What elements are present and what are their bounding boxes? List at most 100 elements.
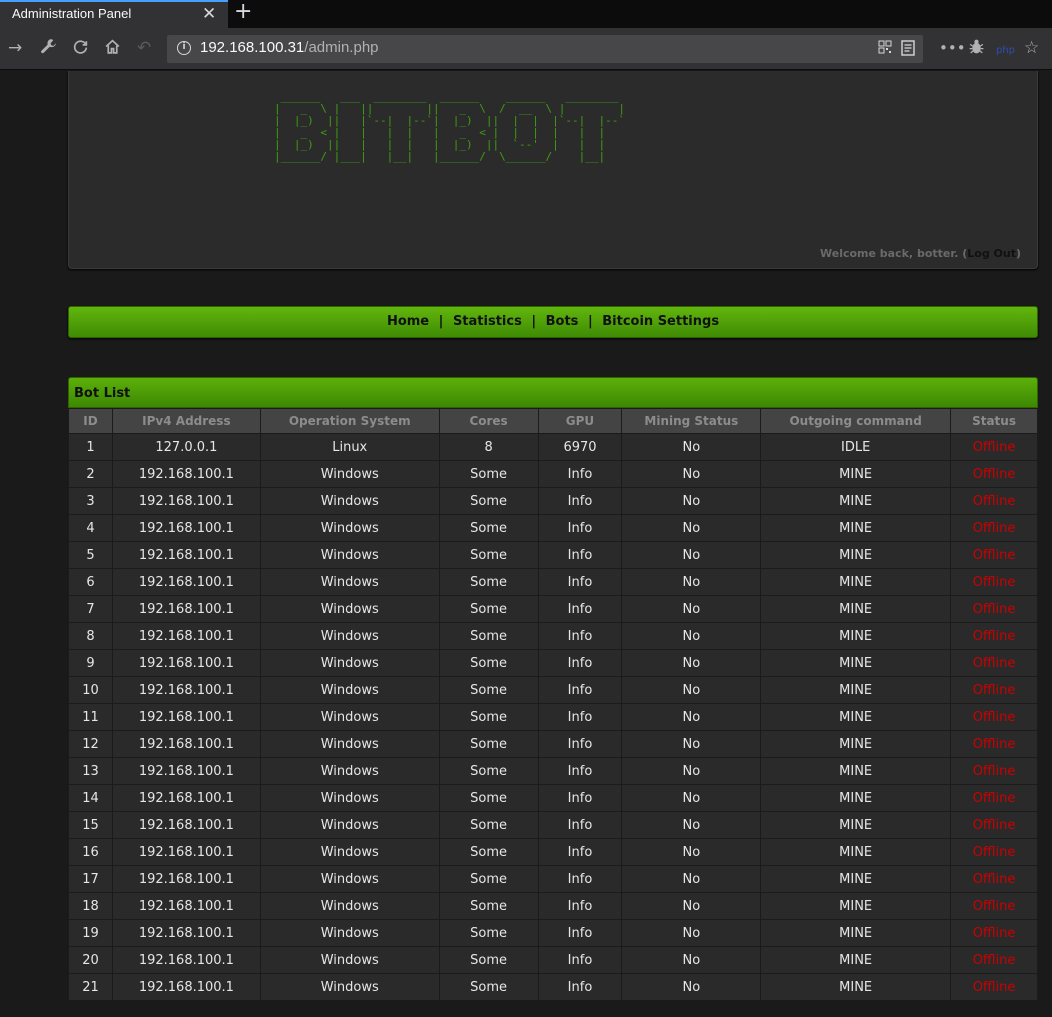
cell-ipv4-address: 192.168.100.1: [111, 514, 261, 542]
cell-mining-status: No: [621, 433, 762, 461]
cell-ipv4-address: 192.168.100.1: [111, 811, 261, 839]
cell-id: 21: [68, 973, 113, 1001]
cell-cores: Some: [438, 514, 539, 542]
table-row: 4 192.168.100.1 Windows Some Info No MINE Offli…: [68, 514, 1038, 542]
column-header-status: Status: [950, 408, 1038, 434]
table-row: 14 192.168.100.1 Windows Some Info No MINE Offl…: [68, 784, 1038, 812]
cell-mining-status: No: [621, 892, 762, 920]
info-icon[interactable]: i: [177, 41, 191, 55]
cell-gpu: Info: [537, 892, 623, 920]
menu-bitcoin-settings[interactable]: Bitcoin Settings: [602, 314, 719, 329]
tab-administration-panel[interactable]: Administration Panel ✕: [0, 0, 228, 28]
table-row: 3 192.168.100.1 Windows Some Info No MINE Offli…: [68, 487, 1038, 515]
cell-cores: Some: [438, 811, 539, 839]
cell-outgoing-command: MINE: [760, 811, 952, 839]
extension-icon[interactable]: php: [996, 41, 1015, 61]
cell-cores: Some: [438, 568, 539, 596]
cell-id: 6: [68, 568, 113, 596]
cell-outgoing-command: MINE: [760, 568, 952, 596]
cell-outgoing-command: MINE: [760, 703, 952, 731]
cell-status: Offline: [950, 973, 1038, 1001]
cell-outgoing-command: MINE: [760, 892, 952, 920]
more-icon[interactable]: •••: [939, 38, 966, 58]
cell-cores: Some: [438, 541, 539, 569]
cell-ipv4-address: 192.168.100.1: [111, 757, 261, 785]
cell-cores: Some: [438, 622, 539, 650]
tab-title: Administration Panel: [12, 6, 132, 21]
reload-icon[interactable]: [72, 38, 89, 60]
cell-status: Offline: [950, 784, 1038, 812]
table-row: 16 192.168.100.1 Windows Some Info No MINE Offl…: [68, 838, 1038, 866]
cell-outgoing-command: MINE: [760, 757, 952, 785]
cell-status: Offline: [950, 433, 1038, 461]
cell-operation-system: Windows: [259, 757, 440, 785]
cell-mining-status: No: [621, 973, 762, 1001]
menu-statistics[interactable]: Statistics: [453, 314, 522, 329]
cell-ipv4-address: 192.168.100.1: [111, 946, 261, 974]
bug-icon[interactable]: [968, 38, 985, 60]
tab-close-icon[interactable]: ✕: [202, 4, 216, 24]
menu-home[interactable]: Home: [387, 314, 429, 329]
cell-mining-status: No: [621, 811, 762, 839]
cell-outgoing-command: MINE: [760, 595, 952, 623]
home-icon[interactable]: [104, 38, 121, 60]
cell-cores: Some: [438, 973, 539, 1001]
url-bar[interactable]: i 192.168.100.31/admin.php: [167, 35, 923, 63]
cell-cores: Some: [438, 487, 539, 515]
table-row: 9 192.168.100.1 Windows Some Info No MINE Offli…: [68, 649, 1038, 677]
cell-status: Offline: [950, 595, 1038, 623]
cell-ipv4-address: 192.168.100.1: [111, 649, 261, 677]
cell-id: 8: [68, 622, 113, 650]
cell-id: 7: [68, 595, 113, 623]
cell-id: 2: [68, 460, 113, 488]
cell-status: Offline: [950, 541, 1038, 569]
cell-cores: Some: [438, 460, 539, 488]
column-header-cores: Cores: [438, 408, 539, 434]
cell-outgoing-command: MINE: [760, 919, 952, 947]
cell-mining-status: No: [621, 541, 762, 569]
cell-mining-status: No: [621, 514, 762, 542]
cell-operation-system: Windows: [259, 946, 440, 974]
star-icon[interactable]: ☆: [1024, 38, 1039, 58]
cell-operation-system: Windows: [259, 595, 440, 623]
cell-mining-status: No: [621, 784, 762, 812]
cell-operation-system: Windows: [259, 460, 440, 488]
column-header-id: ID: [68, 408, 113, 434]
wrench-icon[interactable]: [40, 38, 57, 60]
cell-status: Offline: [950, 460, 1038, 488]
cell-id: 9: [68, 649, 113, 677]
cell-outgoing-command: MINE: [760, 460, 952, 488]
cell-status: Offline: [950, 568, 1038, 596]
cell-cores: Some: [438, 703, 539, 731]
undo-icon[interactable]: ↶: [137, 38, 151, 58]
cell-ipv4-address: 192.168.100.1: [111, 838, 261, 866]
cell-cores: Some: [438, 595, 539, 623]
cell-ipv4-address: 192.168.100.1: [111, 784, 261, 812]
url-text[interactable]: 192.168.100.31/admin.php: [200, 39, 379, 56]
cell-ipv4-address: 192.168.100.1: [111, 487, 261, 515]
cell-gpu: Info: [537, 784, 623, 812]
cell-operation-system: Windows: [259, 676, 440, 704]
cell-id: 11: [68, 703, 113, 731]
back-arrow-icon[interactable]: →: [8, 38, 22, 58]
cell-ipv4-address: 192.168.100.1: [111, 973, 261, 1001]
table-row: 18 192.168.100.1 Windows Some Info No MINE Offl…: [68, 892, 1038, 920]
bot-list-title: Bot List: [74, 386, 131, 401]
cell-status: Offline: [950, 676, 1038, 704]
qr-icon[interactable]: [878, 40, 892, 58]
table-row: 15 192.168.100.1 Windows Some Info No MINE Offl…: [68, 811, 1038, 839]
column-header-operation-system: Operation System: [259, 408, 440, 434]
reader-icon[interactable]: [901, 40, 915, 60]
cell-outgoing-command: MINE: [760, 622, 952, 650]
table-row: 5 192.168.100.1 Windows Some Info No MINE Offli…: [68, 541, 1038, 569]
cell-status: Offline: [950, 811, 1038, 839]
cell-ipv4-address: 192.168.100.1: [111, 622, 261, 650]
logout-link[interactable]: Log Out: [967, 247, 1016, 260]
cell-gpu: Info: [537, 865, 623, 893]
cell-ipv4-address: 192.168.100.1: [111, 730, 261, 758]
cell-gpu: Info: [537, 838, 623, 866]
menu-bots[interactable]: Bots: [546, 314, 579, 329]
cell-operation-system: Linux: [259, 433, 440, 461]
new-tab-button[interactable]: +: [234, 0, 252, 24]
cell-ipv4-address: 192.168.100.1: [111, 541, 261, 569]
